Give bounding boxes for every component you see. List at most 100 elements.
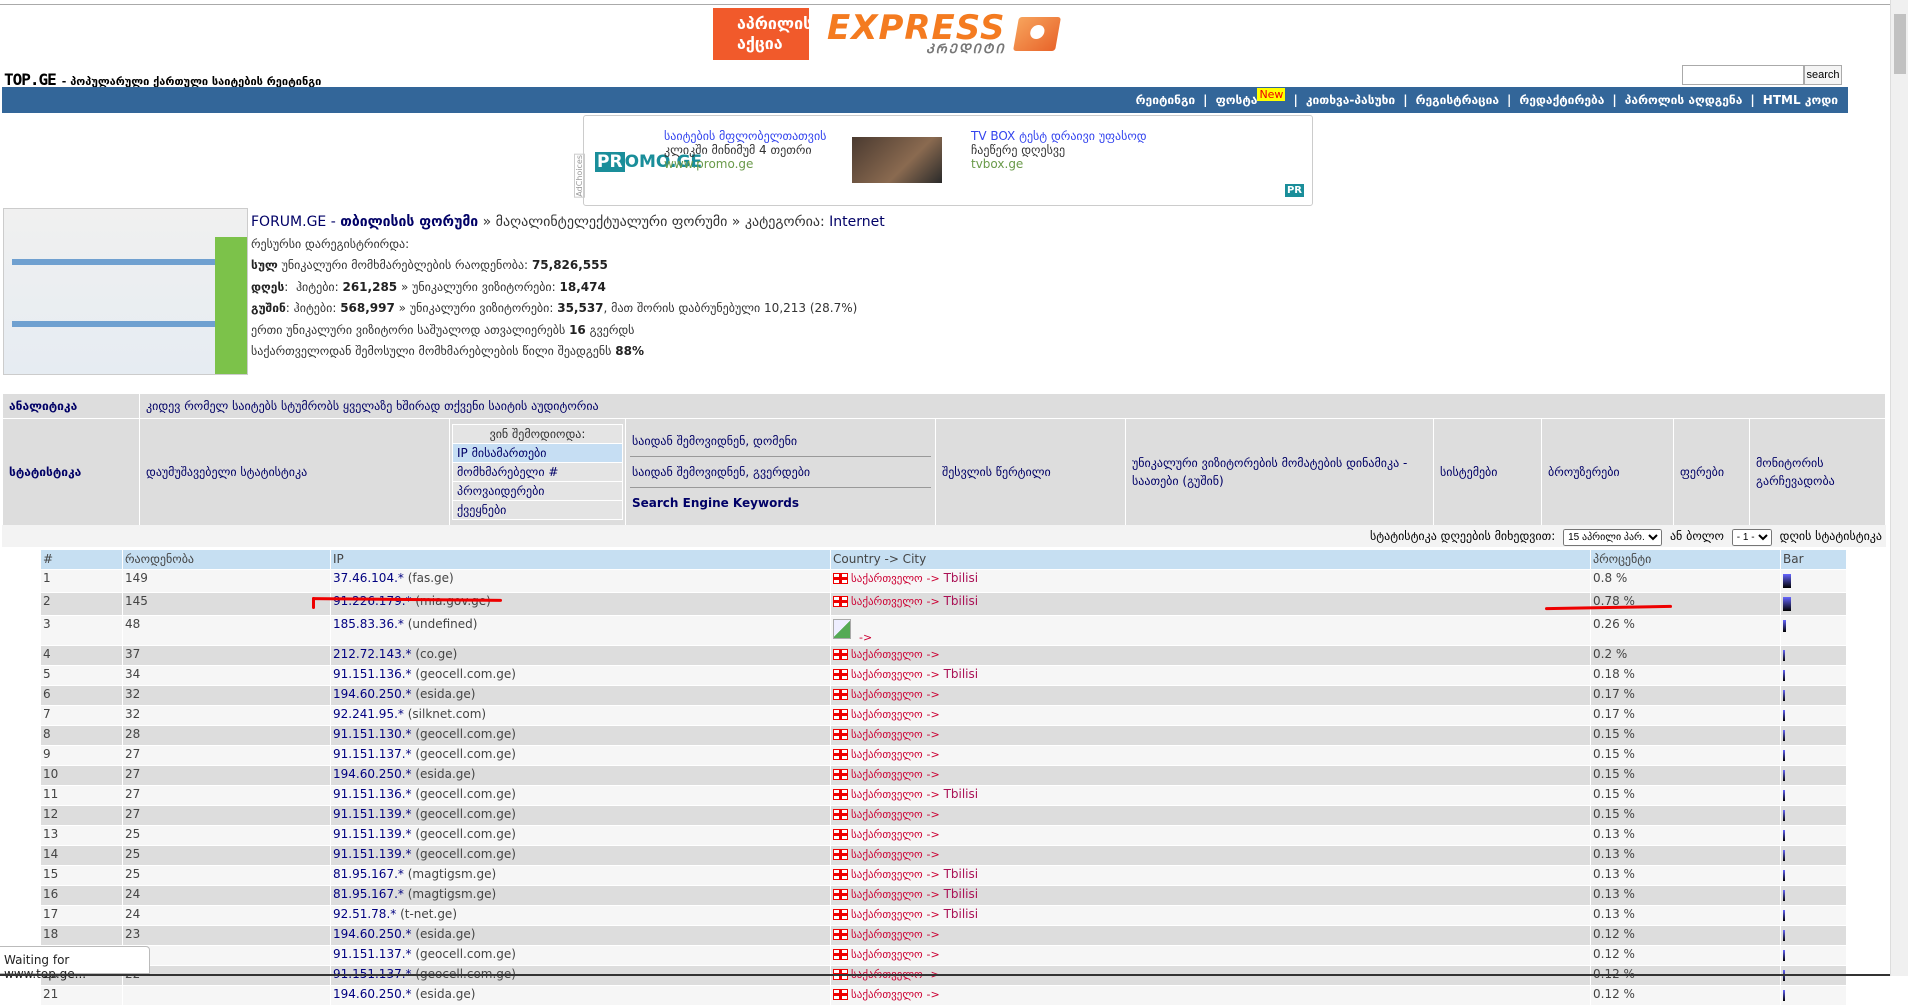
row-ip[interactable]: 194.60.250.* (esida.ge) [330,684,831,705]
table-row: 10 27 194.60.250.* (esida.ge) საქართველო… [40,764,1846,785]
row-ip[interactable]: 212.72.143.* (co.ge) [330,644,831,665]
search-input[interactable] [1682,65,1804,85]
country-name: საქართველო [851,707,923,721]
pr-badge[interactable]: PR [1284,184,1304,197]
row-ip[interactable]: 185.83.36.* (undefined) [330,614,831,645]
menu-raw-stats[interactable]: დაუმუშავებელი სტატისტიკა [146,465,307,479]
row-ip[interactable]: 91.151.139.* (geocell.com.ge) [330,844,831,865]
nav-mail[interactable]: ფოსტა [1216,93,1258,107]
menu-search-keywords[interactable]: Search Engine Keywords [630,487,931,518]
ip-address[interactable]: 91.151.139.* [333,827,412,841]
row-ip[interactable]: 91.226.179.* (mia.gov.ge) [330,591,831,615]
country-name: საქართველო [851,807,923,821]
row-country: საქართველო -> [830,704,1591,725]
row-ip[interactable]: 91.151.136.* (geocell.com.ge) [330,784,831,805]
menu-colors[interactable]: ფერები [1680,465,1724,479]
nav-edit[interactable]: რედაქტირება [1519,93,1604,107]
menu-dynamics[interactable]: უნიკალური ვიზიტორების მომატების დინამიკა… [1132,456,1407,488]
row-ip[interactable]: 92.241.95.* (silknet.com) [330,704,831,725]
ad-banner-express[interactable]: აპრილის აქცია EXPRESS ᲙᲠᲔᲓᲘᲢᲘ [713,8,1063,60]
menu-entry-point[interactable]: შესვლის წერტილი [942,465,1051,479]
row-ip[interactable]: 91.151.137.* (geocell.com.ge) [330,744,831,765]
menu-from-domain[interactable]: საიდან შემოვიდნენ, დომენი [630,426,931,457]
col-country-city[interactable]: Country -> City [830,550,1591,569]
ip-address[interactable]: 91.151.137.* [333,747,412,761]
row-ip[interactable]: 194.60.250.* (esida.ge) [330,764,831,785]
filter-or-last-label: ან ბოლო [1669,529,1724,543]
menu-analytics-desc[interactable]: კიდევ რომელ საიტებს სტუმრობს ყველაზე ხში… [146,399,599,413]
ip-address[interactable]: 37.46.104.* [333,571,404,585]
site-screenshot-thumbnail[interactable] [3,208,248,375]
tvbox-ad-image[interactable] [852,137,942,183]
nav-password-recovery[interactable]: პაროლის აღდგენა [1625,93,1743,107]
row-ip[interactable]: 91.151.137.* (geocell.com.ge) [330,944,831,965]
ad-promo-title[interactable]: საიტების მფლობელთათვის [664,129,826,143]
ip-address[interactable]: 194.60.250.* [333,927,412,941]
menu-countries[interactable]: ქვეყნები [452,500,623,520]
georgia-flag-icon [833,748,848,760]
menu-resolution[interactable]: მონიტორის გარჩევადობა [1756,456,1835,488]
col-ip[interactable]: IP [330,550,831,569]
nav-html-code[interactable]: HTML კოდი [1763,93,1838,107]
row-ip[interactable]: 91.151.130.* (geocell.com.ge) [330,724,831,745]
row-count: 48 [122,614,331,645]
ip-address[interactable]: 91.151.137.* [333,947,412,961]
ip-address[interactable]: 92.51.78.* [333,907,396,921]
ad-choices-label[interactable]: AdChoices [574,154,585,198]
row-ip[interactable]: 81.95.167.* (magtigsm.ge) [330,864,831,885]
ip-host: (fas.ge) [407,570,454,585]
ad-promo-url[interactable]: www.promo.ge [664,157,826,171]
row-ip[interactable]: 37.46.104.* (fas.ge) [330,568,831,592]
nav-qa[interactable]: კითხვა-პასუხი [1306,93,1395,107]
row-ip[interactable]: 194.60.250.* (esida.ge) [330,984,831,1005]
percent-bar [1783,619,1786,632]
ip-address[interactable]: 194.60.250.* [333,767,412,781]
menu-analytics[interactable]: ანალიტიკა [9,399,77,413]
row-ip[interactable]: 91.151.139.* (geocell.com.ge) [330,804,831,825]
days-select[interactable]: - 1 - [1731,529,1772,546]
col-number[interactable]: # [40,550,123,569]
col-percent[interactable]: პროცენტი [1590,550,1781,569]
ip-address[interactable]: 91.151.139.* [333,847,412,861]
ip-address[interactable]: 185.83.36.* [333,617,404,631]
ip-address[interactable]: 194.60.250.* [333,987,412,1001]
ip-address[interactable]: 91.151.139.* [333,807,412,821]
row-ip[interactable]: 81.95.167.* (magtigsm.ge) [330,884,831,905]
category-link[interactable]: Internet [829,214,885,230]
ip-address[interactable]: 91.151.130.* [333,727,412,741]
nav-rating[interactable]: რეიტინგი [1136,93,1196,107]
ad-tvbox-url[interactable]: tvbox.ge [971,157,1147,171]
row-ip[interactable]: 91.151.139.* (geocell.com.ge) [330,824,831,845]
row-ip[interactable]: 91.151.136.* (geocell.com.ge) [330,664,831,685]
menu-providers[interactable]: პროვაიდერები [452,481,623,501]
arrow: -> [926,687,940,701]
date-select[interactable]: 15 აპრილი პარ. [1563,529,1663,546]
menu-user-number[interactable]: მომხმარებელი # [452,462,623,482]
ip-address[interactable]: 91.151.136.* [333,787,412,801]
row-ip[interactable]: 194.60.250.* (esida.ge) [330,924,831,945]
country-name: საქართველო [851,947,923,961]
ip-address[interactable]: 91.151.136.* [333,667,412,681]
site-name-link[interactable]: FORUM.GE - თბილისის ფორუმი [251,214,478,230]
menu-from-pages[interactable]: საიდან შემოვიდნენ, გვერდები [630,456,931,488]
ip-address[interactable]: 81.95.167.* [333,887,404,901]
nav-registration[interactable]: რეგისტრაცია [1416,93,1499,107]
ip-address[interactable]: 212.72.143.* [333,647,412,661]
search-button[interactable]: search [1804,65,1842,85]
col-count[interactable]: რაოდენობა [122,550,331,569]
ad-promo[interactable]: საიტების მფლობელთათვის კლიკში მინიმუმ 4 … [664,129,826,171]
row-number: 1 [40,568,123,592]
ip-address[interactable]: 92.241.95.* [333,707,404,721]
city-name: Tbilisi [943,886,979,901]
ad-tvbox[interactable]: TV BOX ტესტ დრაივი უფასოდ ჩაეწერე დღესვე… [971,129,1147,171]
menu-systems[interactable]: სისტემები [1440,465,1497,479]
menu-browsers[interactable]: ბროუზერები [1548,465,1620,479]
page-scrollbar[interactable] [1890,0,1908,976]
row-ip[interactable]: 92.51.78.* (t-net.ge) [330,904,831,925]
menu-statistics[interactable]: სტატისტიკა [9,465,81,479]
ip-address[interactable]: 194.60.250.* [333,687,412,701]
scrollbar-thumb[interactable] [1894,14,1906,74]
ip-address[interactable]: 81.95.167.* [333,867,404,881]
menu-ip-addresses[interactable]: IP მისამართები [452,443,623,463]
ad-tvbox-title[interactable]: TV BOX ტესტ დრაივი უფასოდ [971,129,1147,143]
